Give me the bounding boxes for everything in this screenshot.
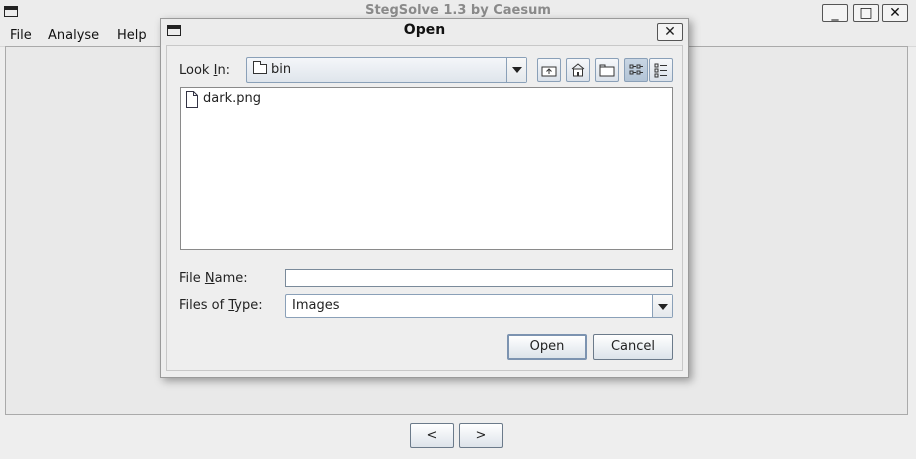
file-icon: [186, 91, 198, 108]
look-in-label: Look In:: [179, 63, 231, 78]
details-view-icon: [654, 63, 667, 78]
dialog-body: Look In: bin dark.png File Name: Files o…: [166, 45, 683, 371]
home-button[interactable]: [566, 58, 590, 82]
files-of-type-combo[interactable]: Images: [285, 294, 673, 318]
list-view-icon: [629, 64, 643, 75]
dialog-title: Open: [403, 22, 446, 38]
list-view-button[interactable]: [624, 58, 648, 82]
look-in-combo[interactable]: bin: [246, 57, 527, 83]
close-button[interactable]: ✕: [882, 4, 908, 22]
dialog-close-button[interactable]: ✕: [657, 23, 683, 41]
minimize-button[interactable]: _: [822, 4, 848, 22]
chevron-down-icon[interactable]: [652, 295, 672, 317]
chevron-down-icon[interactable]: [506, 58, 526, 82]
file-name-input[interactable]: [285, 269, 673, 287]
files-of-type-value: Images: [292, 298, 340, 313]
previous-button[interactable]: <: [410, 423, 454, 448]
main-window-title: StegSolve 1.3 by Caesum: [365, 3, 551, 18]
home-icon: [571, 63, 585, 77]
maximize-button[interactable]: □: [853, 4, 879, 22]
dialog-titlebar: Open ✕: [161, 19, 688, 45]
menu-file[interactable]: File: [10, 28, 32, 43]
new-folder-button[interactable]: [595, 58, 619, 82]
file-name-label: File Name:: [179, 271, 248, 286]
menu-analyse[interactable]: Analyse: [48, 28, 99, 43]
files-of-type-label: Files of Type:: [179, 298, 263, 313]
look-in-value: bin: [271, 62, 292, 77]
open-dialog: Open ✕ Look In: bin dark.png File Name: …: [160, 18, 689, 378]
open-button[interactable]: Open: [507, 334, 587, 360]
menu-help[interactable]: Help: [117, 28, 147, 43]
up-one-level-button[interactable]: [537, 58, 561, 82]
next-button[interactable]: >: [459, 423, 503, 448]
up-one-level-icon: [541, 66, 557, 77]
file-list[interactable]: dark.png: [180, 87, 673, 250]
file-name: dark.png: [203, 91, 261, 106]
folder-icon: [253, 61, 267, 74]
new-folder-icon: [599, 64, 615, 77]
cancel-button[interactable]: Cancel: [593, 334, 673, 360]
details-view-button[interactable]: [649, 58, 673, 82]
